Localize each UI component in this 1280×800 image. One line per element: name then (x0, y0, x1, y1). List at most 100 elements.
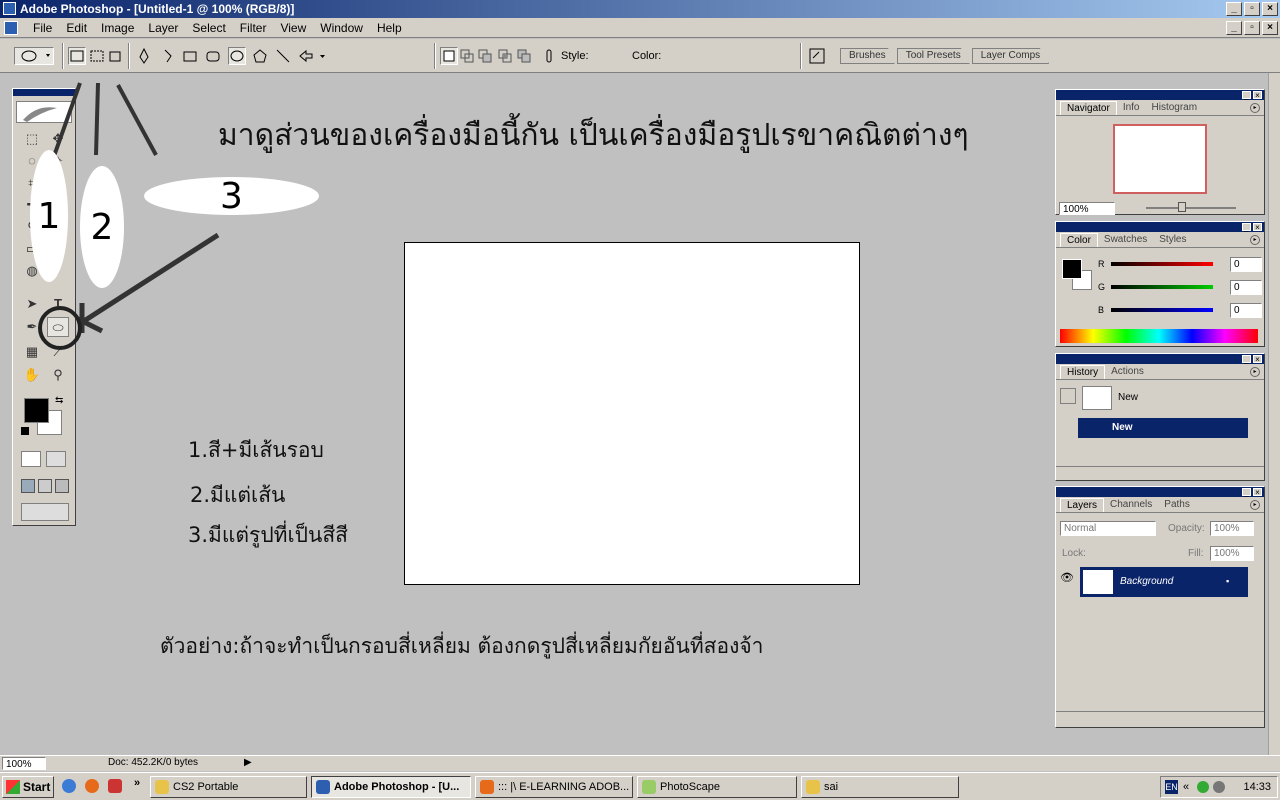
navigator-zoom-field[interactable]: 100% (1059, 202, 1115, 215)
doc-close-button[interactable]: × (1262, 21, 1278, 35)
tab-histogram[interactable]: Histogram (1146, 101, 1204, 115)
maximize-button[interactable]: ▫ (1244, 2, 1260, 16)
layer-row-background[interactable]: Background ▪ (1080, 567, 1248, 597)
menu-help[interactable]: Help (370, 21, 409, 35)
firefox-quicklaunch-icon[interactable] (85, 779, 99, 793)
status-menu-arrow-icon[interactable]: ▶ (244, 756, 252, 770)
menu-filter[interactable]: Filter (233, 21, 274, 35)
minimize-button[interactable]: _ (1226, 2, 1242, 16)
navigator-zoom-slider[interactable] (1146, 207, 1236, 209)
b-slider[interactable] (1111, 308, 1213, 312)
tab-swatches[interactable]: Swatches (1098, 233, 1153, 247)
tab-actions[interactable]: Actions (1105, 365, 1150, 379)
foreground-color-swatch[interactable] (24, 398, 49, 423)
color-fg-swatch[interactable] (1062, 259, 1082, 279)
zoom-tool-icon[interactable]: ⚲ (47, 365, 69, 385)
freeform-pen-icon[interactable] (160, 47, 178, 65)
tab-paths[interactable]: Paths (1158, 498, 1196, 512)
palette-toggle-icon[interactable] (806, 45, 828, 67)
start-button[interactable]: Start (2, 776, 54, 798)
vertical-scrollbar[interactable] (1268, 73, 1280, 755)
doc-restore-button[interactable]: ▫ (1244, 21, 1260, 35)
tab-color[interactable]: Color (1060, 233, 1098, 247)
close-button[interactable]: × (1262, 2, 1278, 16)
r-value-field[interactable]: 0 (1230, 257, 1262, 272)
rounded-rectangle-tool-icon[interactable] (204, 47, 222, 65)
status-zoom-field[interactable]: 100% (2, 757, 46, 770)
screen-mode-standard-icon[interactable] (21, 479, 35, 493)
menu-window[interactable]: Window (313, 21, 370, 35)
tab-styles[interactable]: Styles (1153, 233, 1192, 247)
jump-to-imageready-icon[interactable] (21, 503, 69, 521)
panel-menu-icon[interactable]: ▸ (1250, 103, 1260, 113)
paths-icon[interactable] (88, 47, 106, 65)
network-icon[interactable] (1197, 781, 1209, 793)
quick-mask-icon[interactable] (46, 451, 66, 467)
snapshot-label[interactable]: New (1118, 392, 1138, 403)
task-photoshop[interactable]: Adobe Photoshop - [U... (311, 776, 471, 798)
task-photoscape[interactable]: PhotoScape (637, 776, 797, 798)
fill-field[interactable]: 100% (1210, 546, 1254, 561)
eye-icon[interactable]: 👁 (1060, 571, 1076, 587)
menu-select[interactable]: Select (185, 21, 232, 35)
history-brush-source-icon[interactable] (1060, 388, 1076, 404)
doc-minimize-button[interactable]: _ (1226, 21, 1242, 35)
hand-tool-icon[interactable]: ✋ (21, 365, 43, 385)
document-icon[interactable] (4, 21, 18, 35)
swap-colors-icon[interactable]: ⇆ (55, 395, 63, 406)
exclude-shape-area-icon[interactable] (515, 47, 533, 65)
r-slider[interactable] (1111, 262, 1213, 266)
menu-edit[interactable]: Edit (59, 21, 94, 35)
menu-layer[interactable]: Layer (141, 21, 185, 35)
opacity-field[interactable]: 100% (1210, 521, 1254, 536)
well-tab-layer-comps[interactable]: Layer Comps (971, 48, 1050, 64)
menu-view[interactable]: View (273, 21, 313, 35)
task-cs2-portable[interactable]: CS2 Portable (150, 776, 307, 798)
screen-mode-full-menu-icon[interactable] (38, 479, 52, 493)
volume-icon[interactable] (1213, 781, 1225, 793)
task-sai[interactable]: sai (801, 776, 959, 798)
well-tab-tool-presets[interactable]: Tool Presets (896, 48, 970, 64)
tab-info[interactable]: Info (1117, 101, 1146, 115)
task-elearning[interactable]: ::: |\ E-LEARNING ADOB... (475, 776, 633, 798)
panel-menu-icon[interactable]: ▸ (1250, 235, 1260, 245)
ie-quicklaunch-icon[interactable] (62, 779, 76, 793)
tab-channels[interactable]: Channels (1104, 498, 1158, 512)
history-state-row[interactable]: New (1078, 418, 1248, 438)
standard-mode-icon[interactable] (21, 451, 41, 467)
blend-mode-select[interactable]: Normal (1060, 521, 1156, 536)
polygon-tool-icon[interactable] (251, 47, 269, 65)
menu-image[interactable]: Image (94, 21, 141, 35)
navigator-slider-thumb[interactable] (1178, 202, 1186, 212)
color-spectrum-ramp[interactable] (1060, 329, 1258, 343)
fill-pixels-icon[interactable] (106, 47, 124, 65)
line-tool-icon[interactable] (274, 47, 292, 65)
b-value-field[interactable]: 0 (1230, 303, 1262, 318)
ellipse-tool-icon[interactable] (228, 47, 246, 65)
well-tab-brushes[interactable]: Brushes (840, 48, 895, 64)
subtract-shape-area-icon[interactable] (476, 47, 494, 65)
navigator-thumbnail[interactable] (1113, 124, 1207, 194)
tab-navigator[interactable]: Navigator (1060, 101, 1117, 115)
g-value-field[interactable]: 0 (1230, 280, 1262, 295)
default-colors-icon[interactable] (21, 427, 29, 435)
g-slider[interactable] (1111, 285, 1213, 289)
language-indicator[interactable]: EN (1165, 780, 1178, 794)
shape-layers-icon[interactable] (68, 47, 86, 65)
tab-layers[interactable]: Layers (1060, 498, 1105, 512)
screen-mode-full-icon[interactable] (55, 479, 69, 493)
rectangle-tool-icon[interactable] (181, 47, 199, 65)
intersect-shape-area-icon[interactable] (496, 47, 514, 65)
media-quicklaunch-icon[interactable] (108, 779, 122, 793)
pen-tool-icon[interactable] (135, 47, 153, 65)
document-canvas[interactable] (404, 242, 860, 585)
add-shape-area-icon[interactable] (458, 47, 476, 65)
menu-file[interactable]: File (26, 21, 59, 35)
custom-shape-tool-icon[interactable] (297, 47, 329, 65)
quicklaunch-more-icon[interactable]: » (134, 777, 140, 789)
tool-preset-picker[interactable] (14, 47, 54, 65)
tray-expand-icon[interactable]: « (1183, 777, 1189, 797)
link-icon[interactable] (540, 47, 558, 65)
panel-menu-icon[interactable]: ▸ (1250, 367, 1260, 377)
panel-menu-icon[interactable]: ▸ (1250, 500, 1260, 510)
